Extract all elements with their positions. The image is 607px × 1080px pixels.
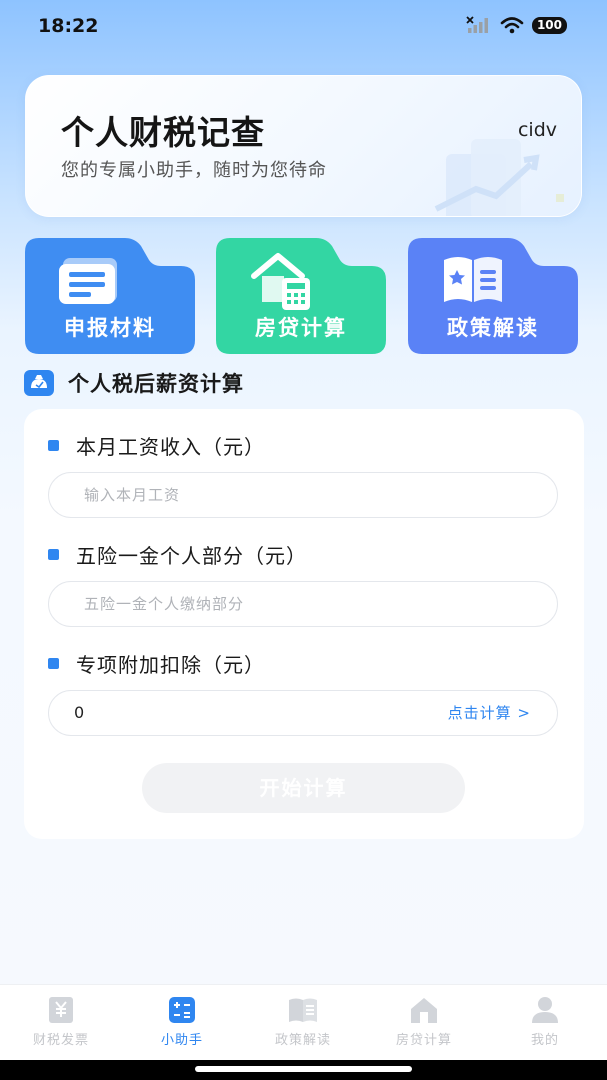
deduction-label-text: 专项附加扣除（元） bbox=[76, 653, 265, 677]
section-title: 个人税后薪资计算 bbox=[68, 372, 244, 396]
tile-declaration-materials[interactable]: 申报材料 bbox=[25, 238, 195, 354]
house-calculator-icon bbox=[251, 253, 310, 310]
tile-label: 申报材料 bbox=[64, 316, 156, 340]
hero-title: 个人财税记查 bbox=[61, 113, 265, 152]
finance-illustration-icon bbox=[434, 139, 564, 216]
home-indicator[interactable] bbox=[195, 1066, 412, 1072]
document-list-icon bbox=[59, 258, 117, 304]
start-calculation-button[interactable]: 开始计算 bbox=[142, 763, 465, 813]
salary-label-text: 本月工资收入（元） bbox=[76, 435, 265, 459]
hero-subtitle: 您的专属小助手，随时为您待命 bbox=[61, 160, 327, 181]
hero-card: 个人财税记查 您的专属小助手，随时为您待命 cidv bbox=[25, 75, 582, 217]
calculator-icon bbox=[166, 995, 198, 1025]
salary-form: 本月工资收入（元） 输入本月工资 五险一金个人部分（元） 五险一金个人缴纳部分 … bbox=[24, 409, 584, 839]
policy-book-icon bbox=[444, 257, 502, 302]
salary-label: 本月工资收入（元） bbox=[48, 431, 265, 460]
status-icons: 100 bbox=[466, 16, 567, 34]
tile-policy-interpretation[interactable]: 政策解读 bbox=[408, 238, 578, 354]
book-icon bbox=[287, 995, 319, 1025]
deduction-input[interactable]: 0 点击计算 > bbox=[48, 690, 558, 736]
profile-icon bbox=[529, 995, 561, 1025]
tab-mortgage[interactable]: 房贷计算 bbox=[374, 995, 474, 1048]
tab-label: 政策解读 bbox=[274, 1033, 331, 1048]
deduction-value: 0 bbox=[74, 703, 86, 722]
tab-invoices[interactable]: 财税发票 bbox=[11, 995, 111, 1048]
tab-policy[interactable]: 政策解读 bbox=[253, 995, 353, 1048]
bottom-tab-bar: 财税发票 小助手 政策解读 房贷计算 我的 bbox=[0, 984, 607, 1060]
status-time: 18:22 bbox=[38, 15, 99, 37]
salary-calc-icon bbox=[24, 370, 54, 396]
wifi-icon bbox=[500, 17, 524, 34]
bullet-icon bbox=[48, 658, 59, 669]
cellular-signal-icon bbox=[466, 16, 488, 33]
section-header: 个人税后薪资计算 bbox=[24, 368, 244, 398]
status-bar: 18:22 100 bbox=[0, 0, 607, 52]
house-icon bbox=[408, 995, 440, 1025]
battery-indicator: 100 bbox=[531, 16, 567, 34]
insurance-placeholder: 五险一金个人缴纳部分 bbox=[84, 595, 245, 613]
deduction-label: 专项附加扣除（元） bbox=[48, 649, 265, 678]
insurance-label-text: 五险一金个人部分（元） bbox=[76, 544, 307, 568]
tab-label: 财税发票 bbox=[32, 1033, 89, 1048]
insurance-input[interactable]: 五险一金个人缴纳部分 bbox=[48, 581, 558, 627]
calculate-deduction-link[interactable]: 点击计算 > bbox=[448, 691, 531, 735]
salary-input[interactable]: 输入本月工资 bbox=[48, 472, 558, 518]
salary-placeholder: 输入本月工资 bbox=[84, 486, 181, 504]
tab-label: 房贷计算 bbox=[395, 1033, 452, 1048]
tab-label: 我的 bbox=[530, 1033, 559, 1048]
tile-label: 政策解读 bbox=[447, 316, 539, 340]
tab-label: 小助手 bbox=[160, 1033, 203, 1048]
bullet-icon bbox=[48, 549, 59, 560]
invoice-icon bbox=[45, 995, 77, 1025]
tile-mortgage-calculator[interactable]: 房贷计算 bbox=[216, 238, 386, 354]
bullet-icon bbox=[48, 440, 59, 451]
tab-assistant[interactable]: 小助手 bbox=[132, 995, 232, 1048]
tab-profile[interactable]: 我的 bbox=[495, 995, 595, 1048]
insurance-label: 五险一金个人部分（元） bbox=[48, 540, 307, 569]
tile-label: 房贷计算 bbox=[255, 316, 347, 340]
